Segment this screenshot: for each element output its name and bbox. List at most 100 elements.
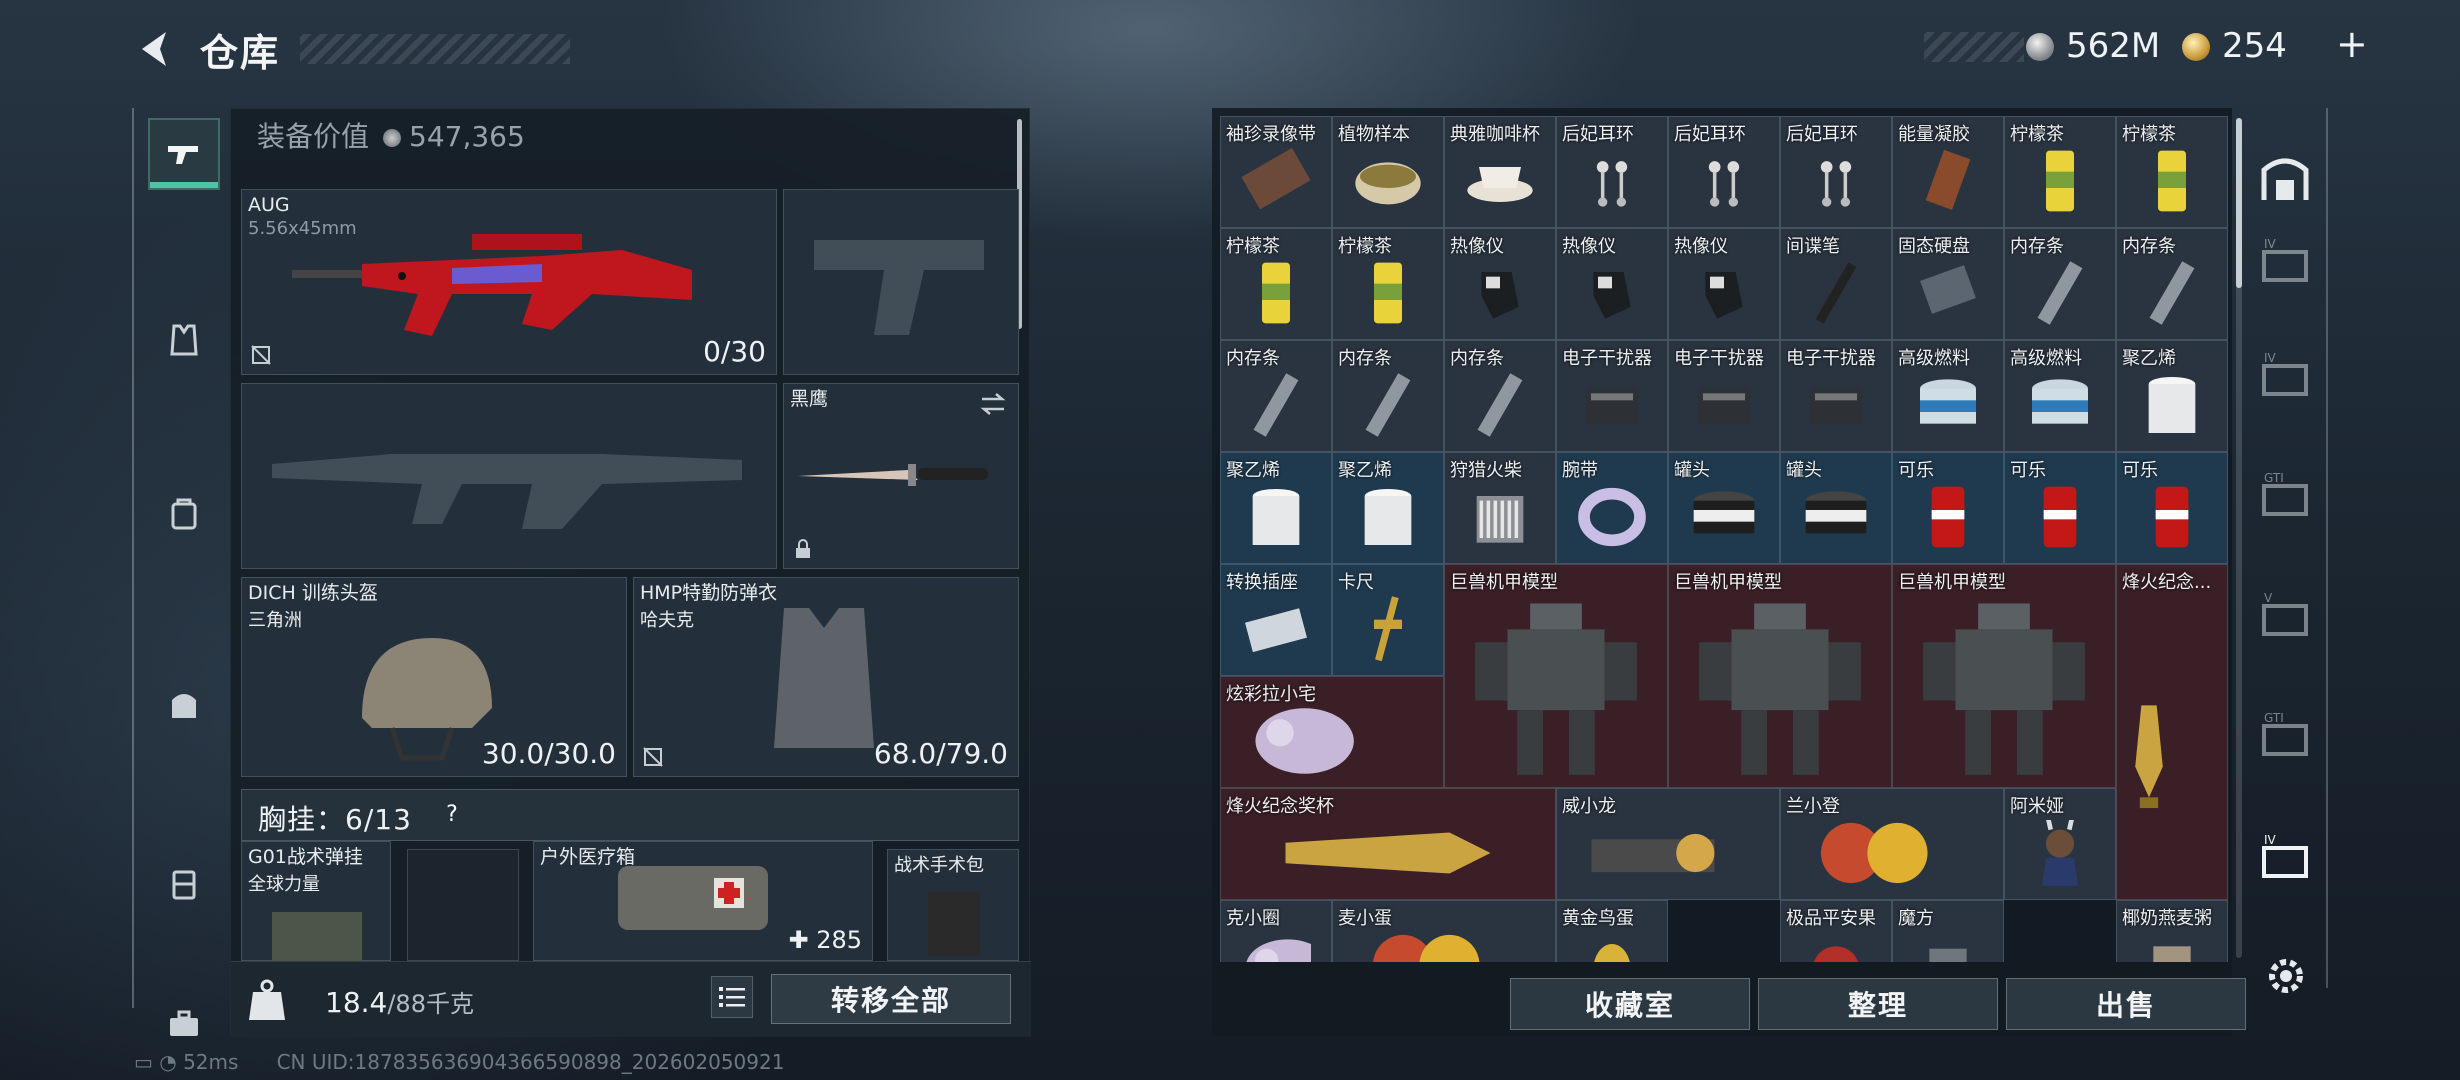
- no-insure-icon: [251, 345, 271, 365]
- stash-item[interactable]: 威小龙: [1556, 788, 1780, 900]
- stash-item[interactable]: 卡尺: [1332, 564, 1444, 676]
- helmet-icon: [362, 638, 492, 761]
- helmet-name: DICH 训练头盔: [248, 582, 378, 604]
- secondary-slot-empty[interactable]: [783, 189, 1019, 375]
- stash-item[interactable]: 高级燃料: [2004, 340, 2116, 452]
- stash-item[interactable]: 狩猎火柴: [1444, 452, 1556, 564]
- transfer-all-button[interactable]: 转移全部: [771, 974, 1011, 1024]
- helmet-slot[interactable]: DICH 训练头盔 三角洲 30.0/30.0: [241, 577, 627, 777]
- chest-rig-header[interactable]: 胸挂：6/13 ?: [241, 789, 1019, 841]
- stash-item[interactable]: 高级燃料: [1892, 340, 2004, 452]
- warehouse-tab-icon[interactable]: [2258, 150, 2312, 204]
- vest-icon: [170, 324, 198, 356]
- pouch-slot[interactable]: G01战术弹挂 全球力量: [241, 841, 391, 962]
- svg-text:IV: IV: [2264, 237, 2277, 251]
- stash-item[interactable]: 电子干扰器: [1668, 340, 1780, 452]
- stash-item[interactable]: 烽火纪念...: [2116, 564, 2228, 900]
- weapon-name: AUG: [248, 194, 290, 216]
- lock-icon: [796, 539, 810, 558]
- stash-item[interactable]: 魔方: [1892, 900, 2004, 962]
- stash-item[interactable]: 柠檬茶: [1332, 228, 1444, 340]
- stash-item[interactable]: 后妃耳环: [1668, 116, 1780, 228]
- stash-item[interactable]: 罐头: [1780, 452, 1892, 564]
- nav-case[interactable]: [148, 848, 220, 920]
- stash-item[interactable]: 柠檬茶: [2116, 116, 2228, 228]
- stash-item[interactable]: 可乐: [2004, 452, 2116, 564]
- help-icon[interactable]: ?: [438, 802, 466, 830]
- stash-item-label: 烽火纪念...: [2122, 572, 2212, 593]
- stash-item[interactable]: 内存条: [1220, 340, 1332, 452]
- stash-item[interactable]: 电子干扰器: [1780, 340, 1892, 452]
- sell-button[interactable]: 出售: [2006, 978, 2246, 1030]
- stash-item[interactable]: 植物样本: [1332, 116, 1444, 228]
- armor-slot[interactable]: HMP特勤防弹衣 哈夫克 68.0/79.0: [633, 577, 1019, 777]
- stash-item[interactable]: 柠檬茶: [2004, 116, 2116, 228]
- stash-item[interactable]: 克小圈: [1220, 900, 1332, 962]
- organize-button[interactable]: 整理: [1758, 978, 1998, 1030]
- stash-item-label: 柠檬茶: [1338, 236, 1392, 257]
- stash-item[interactable]: 聚乙烯: [1220, 452, 1332, 564]
- container-tab-icon[interactable]: V: [2258, 588, 2312, 642]
- empty-slot[interactable]: [407, 849, 519, 961]
- add-currency-button[interactable]: +: [2336, 22, 2368, 66]
- container-tab-icon[interactable]: IV: [2258, 234, 2312, 288]
- stash-item[interactable]: 烽火纪念奖杯: [1220, 788, 1556, 900]
- surgery-kit-slot[interactable]: 战术手术包: [887, 849, 1019, 961]
- stash-item[interactable]: 电子干扰器: [1556, 340, 1668, 452]
- stash-item[interactable]: 转换插座: [1220, 564, 1332, 676]
- stash-item[interactable]: 巨兽机甲模型: [1668, 564, 1892, 788]
- stash-item[interactable]: 间谍笔: [1780, 228, 1892, 340]
- primary-weapon-slot[interactable]: AUG 5.56x45mm 0/30: [241, 189, 777, 375]
- stash-item[interactable]: 椰奶燕麦粥: [2116, 900, 2228, 962]
- container-tab-icon[interactable]: IV: [2258, 830, 2312, 884]
- melee-slot[interactable]: 黑鹰: [783, 383, 1019, 569]
- stash-item[interactable]: 内存条: [2116, 228, 2228, 340]
- container-tab-icon[interactable]: GTI: [2258, 468, 2312, 522]
- medical-kit-slot[interactable]: 户外医疗箱 ✚ 285: [533, 841, 873, 961]
- container-tab-icon[interactable]: IV: [2258, 348, 2312, 402]
- list-view-button[interactable]: [711, 976, 753, 1018]
- stash-item-label: 后妃耳环: [1786, 124, 1858, 145]
- stash-item[interactable]: 内存条: [1444, 340, 1556, 452]
- stash-item[interactable]: 固态硬盘: [1892, 228, 2004, 340]
- nav-vest[interactable]: [148, 304, 220, 376]
- stash-item[interactable]: 热像仪: [1668, 228, 1780, 340]
- nav-weapons[interactable]: [148, 118, 220, 190]
- stash-item[interactable]: 阿米娅: [2004, 788, 2116, 900]
- stash-item[interactable]: 可乐: [2116, 452, 2228, 564]
- stash-item-label: 电子干扰器: [1786, 348, 1876, 369]
- toy-item-icon: [1255, 707, 1354, 774]
- weight-icon: [249, 979, 285, 1020]
- settings-gear-icon[interactable]: [2264, 954, 2308, 998]
- stash-item[interactable]: 内存条: [1332, 340, 1444, 452]
- stash-item[interactable]: 聚乙烯: [2116, 340, 2228, 452]
- stash-item[interactable]: 后妃耳环: [1780, 116, 1892, 228]
- stash-item[interactable]: 极品平安果: [1780, 900, 1892, 962]
- back-arrow-icon[interactable]: [132, 26, 178, 72]
- stash-item[interactable]: 柠檬茶: [1220, 228, 1332, 340]
- stash-item[interactable]: 热像仪: [1556, 228, 1668, 340]
- stash-item[interactable]: 炫彩拉小宅: [1220, 676, 1444, 788]
- stash-item[interactable]: 巨兽机甲模型: [1892, 564, 2116, 788]
- melee-name: 黑鹰: [790, 388, 829, 410]
- swap-icon[interactable]: [978, 392, 1008, 416]
- stash-item[interactable]: 黄金鸟蛋: [1556, 900, 1668, 962]
- nav-rig[interactable]: [148, 478, 220, 550]
- container-tab-icon[interactable]: GTI: [2258, 708, 2312, 762]
- stash-item[interactable]: 麦小蛋: [1332, 900, 1556, 962]
- stash-item[interactable]: 巨兽机甲模型: [1444, 564, 1668, 788]
- stash-item[interactable]: 可乐: [1892, 452, 2004, 564]
- stash-item[interactable]: 腕带: [1556, 452, 1668, 564]
- stash-item[interactable]: 典雅咖啡杯: [1444, 116, 1556, 228]
- stash-item[interactable]: 袖珍录像带: [1220, 116, 1332, 228]
- stash-item[interactable]: 兰小登: [1780, 788, 2004, 900]
- stash-item[interactable]: 罐头: [1668, 452, 1780, 564]
- stash-item[interactable]: 内存条: [2004, 228, 2116, 340]
- secondary-weapon-slot-empty[interactable]: [241, 383, 777, 569]
- stash-item[interactable]: 后妃耳环: [1556, 116, 1668, 228]
- nav-bag[interactable]: [148, 668, 220, 740]
- stash-item[interactable]: 聚乙烯: [1332, 452, 1444, 564]
- collection-room-button[interactable]: 收藏室: [1510, 978, 1750, 1030]
- stash-item[interactable]: 能量凝胶: [1892, 116, 2004, 228]
- stash-item[interactable]: 热像仪: [1444, 228, 1556, 340]
